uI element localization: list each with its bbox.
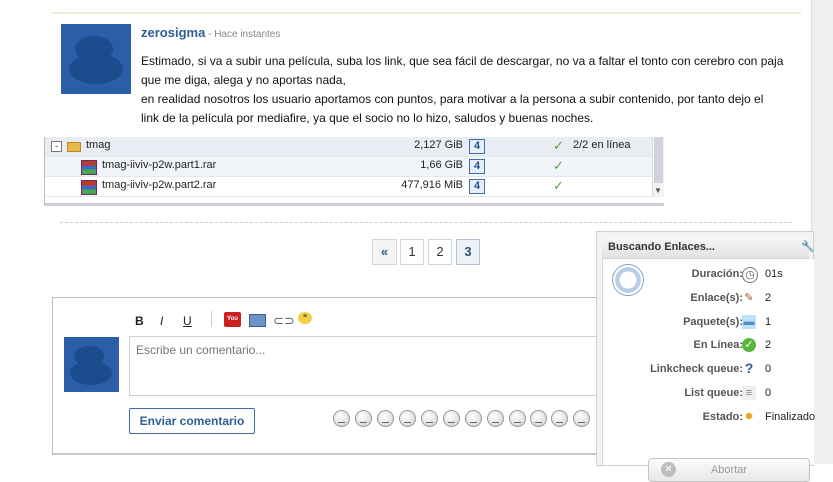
packages-value: 1 bbox=[765, 316, 772, 328]
comment-line: en realidad nosotros los usuario aportam… bbox=[141, 92, 764, 106]
image-icon[interactable] bbox=[249, 314, 266, 327]
links-value: 2 bbox=[765, 292, 772, 304]
list-queue-label: List queue: bbox=[684, 387, 743, 399]
panel-body: Duración: ◷ 01s Enlace(s): ✎ 2 Paquete(s… bbox=[602, 259, 816, 482]
panel-title: Buscando Enlaces... bbox=[608, 241, 715, 253]
page-scrollbar[interactable] bbox=[811, 0, 833, 464]
abort-button[interactable]: ✕ Abortar bbox=[648, 458, 810, 482]
rar-archive-icon bbox=[81, 180, 97, 195]
italic-button[interactable]: I bbox=[160, 314, 163, 328]
package-name: tmag bbox=[86, 139, 111, 151]
pagination-page-3[interactable]: 3 bbox=[456, 239, 480, 265]
comment-author-line: zerosigma - Hace instantes bbox=[141, 25, 280, 40]
smile-emoticon-icon[interactable] bbox=[333, 410, 350, 427]
comment-line: que me diga, alega y no aportas nada, bbox=[141, 73, 346, 87]
package-size: 2,127 GiB bbox=[414, 139, 463, 151]
abort-label: Abortar bbox=[710, 464, 748, 476]
linkgrabber-status-panel: Buscando Enlaces... 🔧 Duración: ◷ 01s En… bbox=[596, 231, 816, 482]
wrench-icon[interactable]: 🔧 bbox=[801, 240, 815, 253]
youtube-icon[interactable]: You Tube bbox=[224, 312, 241, 337]
comment-author-name[interactable]: zerosigma bbox=[141, 25, 205, 40]
clock-icon: ◷ bbox=[742, 267, 758, 283]
links-label: Enlace(s): bbox=[690, 292, 743, 304]
folder-icon bbox=[67, 142, 81, 152]
linkcheck-queue-label: Linkcheck queue: bbox=[650, 363, 743, 375]
hoster-icon: 4 bbox=[469, 159, 485, 174]
collapse-toggle[interactable]: - bbox=[51, 141, 62, 152]
comment-input[interactable] bbox=[129, 336, 609, 396]
file-row[interactable]: tmag-iiviv-p2w.part2.rar 477,916 MiB 4 ✓ bbox=[45, 177, 652, 197]
sad-emoticon-icon[interactable] bbox=[443, 410, 460, 427]
online-check-icon: ✓ bbox=[553, 158, 564, 173]
toolbar-separator bbox=[211, 311, 212, 327]
cool-emoticon-icon[interactable] bbox=[399, 410, 416, 427]
scroll-down-arrow-icon[interactable]: ▼ bbox=[654, 186, 662, 195]
status-gear-icon: ✹ bbox=[744, 411, 754, 423]
link-icon[interactable]: ⊂⊃ bbox=[273, 313, 295, 329]
online-check-icon: ✓ bbox=[553, 138, 564, 153]
scrollbar-thumb[interactable] bbox=[654, 137, 663, 183]
user-avatar bbox=[64, 337, 119, 392]
online-value: 2 bbox=[765, 339, 772, 351]
status-label: Estado: bbox=[702, 411, 743, 423]
package-row[interactable]: - tmag 2,127 GiB 4 ✓ 2/2 en línea bbox=[45, 137, 652, 157]
duration-label: Duración: bbox=[691, 268, 743, 280]
online-label: En Línea: bbox=[693, 339, 743, 351]
file-name: tmag-iiviv-p2w.part1.rar bbox=[102, 159, 217, 171]
package-folder-icon: ▬ bbox=[742, 315, 756, 329]
surprised-emoticon-icon[interactable] bbox=[421, 410, 438, 427]
file-size: 477,916 MiB bbox=[401, 179, 463, 191]
grin-emoticon-icon[interactable] bbox=[355, 410, 372, 427]
devil-emoticon-icon[interactable] bbox=[465, 410, 482, 427]
bold-button[interactable]: B bbox=[135, 314, 144, 328]
table-scrollbar[interactable]: ▼ bbox=[652, 137, 664, 197]
top-divider bbox=[52, 0, 801, 14]
happy-emoticon-icon[interactable] bbox=[377, 410, 394, 427]
duration-value: 01s bbox=[765, 268, 783, 280]
tongue-emoticon-icon[interactable] bbox=[573, 410, 590, 427]
comment-timestamp: - Hace instantes bbox=[205, 29, 281, 40]
pagination-page-1[interactable]: 1 bbox=[400, 239, 424, 265]
comment-body: Estimado, si va a subir una película, su… bbox=[141, 52, 791, 128]
file-row[interactable]: tmag-iiviv-p2w.part1.rar 1,66 GiB 4 ✓ bbox=[45, 157, 652, 177]
links-icon: ✎ bbox=[744, 292, 754, 304]
abort-icon: ✕ bbox=[661, 462, 676, 477]
file-size: 1,66 GiB bbox=[420, 159, 463, 171]
wink-emoticon-icon[interactable] bbox=[487, 410, 504, 427]
comment-line: Estimado, si va a subir una película, su… bbox=[141, 54, 784, 68]
list-queue-value: 0 bbox=[765, 387, 772, 399]
quote-icon[interactable]: ❝ bbox=[298, 312, 312, 324]
hoster-icon: 4 bbox=[469, 139, 485, 154]
pagination-prev-button[interactable]: « bbox=[372, 239, 397, 265]
download-package-table: - tmag 2,127 GiB 4 ✓ 2/2 en línea tmag-i… bbox=[44, 137, 664, 206]
section-divider bbox=[60, 222, 792, 223]
send-comment-button[interactable]: Enviar comentario bbox=[129, 408, 255, 434]
comment-avatar[interactable] bbox=[61, 24, 131, 94]
package-status: 2/2 en línea bbox=[573, 139, 631, 151]
online-check-icon: ✓ bbox=[742, 338, 756, 352]
file-name: tmag-iiviv-p2w.part2.rar bbox=[102, 179, 217, 191]
shocked-emoticon-icon[interactable] bbox=[530, 410, 547, 427]
rar-archive-icon bbox=[81, 160, 97, 175]
pagination-page-2[interactable]: 2 bbox=[428, 239, 452, 265]
linkcheck-queue-value: 0 bbox=[765, 363, 772, 375]
packages-label: Paquete(s): bbox=[683, 316, 743, 328]
hoster-icon: 4 bbox=[469, 179, 485, 194]
database-icon: ≡ bbox=[742, 386, 756, 400]
question-icon: ? bbox=[744, 360, 754, 376]
comment-line: link de la película por mediafire, ya qu… bbox=[141, 111, 594, 125]
panel-header: Buscando Enlaces... 🔧 bbox=[602, 236, 815, 259]
status-value: Finalizado bbox=[765, 411, 816, 423]
online-check-icon: ✓ bbox=[553, 178, 564, 193]
underline-button[interactable]: U bbox=[183, 314, 192, 328]
angry-emoticon-icon[interactable] bbox=[509, 410, 526, 427]
neutral-emoticon-icon[interactable] bbox=[551, 410, 568, 427]
